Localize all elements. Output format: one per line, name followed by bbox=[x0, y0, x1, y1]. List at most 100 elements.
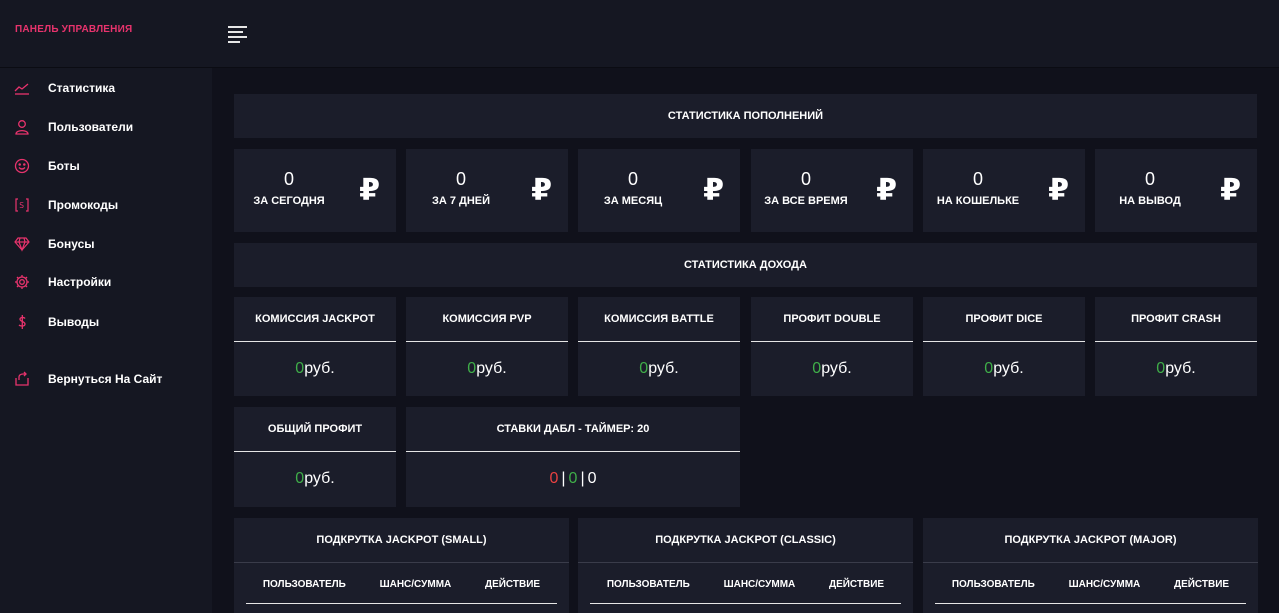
income-card-value: 0 руб. bbox=[467, 360, 507, 377]
gear-icon bbox=[13, 273, 31, 291]
double-bets-green: 0 bbox=[568, 470, 578, 487]
top-bar: ПАНЕЛЬ УПРАВЛЕНИЯ bbox=[0, 0, 1279, 68]
jackpot-table-header: ПОЛЬЗОВАТЕЛЬ ШАНС/СУММА ДЕЙСТВИЕ bbox=[590, 566, 901, 604]
jackpot-panel-title: ПОДКРУТКА JACKPOT (MAJOR) bbox=[923, 518, 1258, 563]
deposits-section-title: СТАТИСТИКА ПОПОЛНЕНИЙ bbox=[234, 94, 1257, 138]
income-card-double-profit: ПРОФИТ DOUBLE 0 руб. bbox=[751, 297, 913, 396]
return-icon bbox=[13, 370, 31, 388]
income-card-value: 0 руб. bbox=[984, 360, 1024, 377]
income-card-title: КОМИССИЯ JACKPOT bbox=[234, 297, 396, 342]
income-card-pvp-commission: КОМИССИЯ PVP 0 руб. bbox=[406, 297, 568, 396]
double-bets-values: 0 | 0 | 0 bbox=[549, 470, 597, 487]
double-bets-red: 0 bbox=[549, 470, 559, 487]
income-card-value: 0 руб. bbox=[639, 360, 679, 377]
income-card-value: 0 руб. bbox=[295, 360, 335, 377]
income-card-crash-profit: ПРОФИТ CRASH 0 руб. bbox=[1095, 297, 1257, 396]
sidebar-item-label: Выводы bbox=[48, 315, 100, 329]
sidebar-item-withdrawals[interactable]: Выводы bbox=[0, 307, 212, 337]
column-header-chance-amount: ШАНС/СУММА bbox=[1068, 579, 1141, 590]
jackpot-table-header: ПОЛЬЗОВАТЕЛЬ ШАНС/СУММА ДЕЙСТВИЕ bbox=[935, 566, 1246, 604]
column-header-action: ДЕЙСТВИЕ bbox=[828, 579, 885, 590]
column-header-user: ПОЛЬЗОВАТЕЛЬ bbox=[262, 579, 346, 590]
jackpot-small-panel: ПОДКРУТКА JACKPOT (SMALL) ПОЛЬЗОВАТЕЛЬ Ш… bbox=[234, 518, 569, 613]
stat-label: НА ВЫВОД bbox=[1119, 195, 1181, 207]
column-header-chance-amount: ШАНС/СУММА bbox=[723, 579, 796, 590]
stat-label: ЗА МЕСЯЦ bbox=[603, 195, 663, 207]
income-card-title: КОМИССИЯ BATTLE bbox=[578, 297, 740, 342]
income-card-title: ОБЩИЙ ПРОФИТ bbox=[234, 407, 396, 452]
stat-label: ЗА ВСЕ ВРЕМЯ bbox=[764, 195, 848, 207]
income-card-battle-commission: КОМИССИЯ BATTLE 0 руб. bbox=[578, 297, 740, 396]
ruble-icon: ₽ bbox=[531, 173, 552, 208]
brand-title[interactable]: ПАНЕЛЬ УПРАВЛЕНИЯ bbox=[15, 24, 132, 35]
sidebar-item-label: Пользователи bbox=[48, 120, 134, 134]
sidebar: Статистика Пользователи Боты S Промокоды… bbox=[0, 68, 212, 613]
column-header-user: ПОЛЬЗОВАТЕЛЬ bbox=[606, 579, 690, 590]
sidebar-item-back-to-site[interactable]: Вернуться На Сайт bbox=[0, 364, 212, 394]
jackpot-classic-panel: ПОДКРУТКА JACKPOT (CLASSIC) ПОЛЬЗОВАТЕЛЬ… bbox=[578, 518, 913, 613]
stat-label: ЗА 7 ДНЕЙ bbox=[431, 195, 491, 207]
income-card-dice-profit: ПРОФИТ DICE 0 руб. bbox=[923, 297, 1085, 396]
stat-card-wallet: 0 НА КОШЕЛЬКЕ ₽ bbox=[923, 149, 1085, 232]
sidebar-item-statistics[interactable]: Статистика bbox=[0, 73, 212, 103]
column-header-action: ДЕЙСТВИЕ bbox=[1173, 579, 1230, 590]
sidebar-item-settings[interactable]: Настройки bbox=[0, 267, 212, 297]
income-card-total-profit: ОБЩИЙ ПРОФИТ 0 руб. bbox=[234, 407, 396, 507]
income-card-value: 0 руб. bbox=[812, 360, 852, 377]
jackpot-table-header: ПОЛЬЗОВАТЕЛЬ ШАНС/СУММА ДЕЙСТВИЕ bbox=[246, 566, 557, 604]
jackpot-panel-title: ПОДКРУТКА JACKPOT (SMALL) bbox=[234, 518, 569, 563]
sidebar-item-bots[interactable]: Боты bbox=[0, 151, 212, 181]
stat-label: ЗА СЕГОДНЯ bbox=[253, 195, 325, 207]
sidebar-item-label: Промокоды bbox=[48, 198, 119, 212]
smile-icon bbox=[13, 157, 31, 175]
ruble-icon: ₽ bbox=[703, 173, 724, 208]
column-header-chance-amount: ШАНС/СУММА bbox=[379, 579, 452, 590]
sidebar-item-label: Боты bbox=[48, 159, 80, 173]
column-header-action: ДЕЙСТВИЕ bbox=[484, 579, 541, 590]
double-bets-title: СТАВКИ ДАБЛ - ТАЙМЕР: 20 bbox=[406, 407, 740, 452]
income-card-title: ПРОФИТ CRASH bbox=[1095, 297, 1257, 342]
column-header-user: ПОЛЬЗОВАТЕЛЬ bbox=[951, 579, 1035, 590]
ruble-icon: ₽ bbox=[1048, 173, 1069, 208]
stat-value: 0 bbox=[455, 169, 466, 189]
sidebar-item-bonuses[interactable]: Бонусы bbox=[0, 229, 212, 259]
income-section-title: СТАТИСТИКА ДОХОДА bbox=[234, 243, 1257, 287]
diamond-icon bbox=[13, 235, 31, 253]
stat-value: 0 bbox=[283, 169, 294, 189]
stat-value: 0 bbox=[627, 169, 638, 189]
double-bets-card: СТАВКИ ДАБЛ - ТАЙМЕР: 20 0 | 0 | 0 bbox=[406, 407, 740, 507]
ruble-icon: ₽ bbox=[1220, 173, 1241, 208]
user-icon bbox=[13, 118, 31, 136]
stat-value: 0 bbox=[1144, 169, 1155, 189]
income-card-title: ПРОФИТ DICE bbox=[923, 297, 1085, 342]
sidebar-item-label: Бонусы bbox=[48, 237, 95, 251]
menu-lines-icon[interactable] bbox=[228, 26, 247, 43]
income-card-title: КОМИССИЯ PVP bbox=[406, 297, 568, 342]
ruble-icon: ₽ bbox=[359, 173, 380, 208]
chart-line-icon bbox=[13, 79, 31, 97]
stat-card-all-time: 0 ЗА ВСЕ ВРЕМЯ ₽ bbox=[751, 149, 913, 232]
stat-value: 0 bbox=[800, 169, 811, 189]
sidebar-item-promocodes[interactable]: S Промокоды bbox=[0, 190, 212, 220]
income-card-title: ПРОФИТ DOUBLE bbox=[751, 297, 913, 342]
income-card-value: 0 руб. bbox=[295, 470, 335, 487]
stat-card-7-days: 0 ЗА 7 ДНЕЙ ₽ bbox=[406, 149, 568, 232]
stat-card-month: 0 ЗА МЕСЯЦ ₽ bbox=[578, 149, 740, 232]
stat-card-today: 0 ЗА СЕГОДНЯ ₽ bbox=[234, 149, 396, 232]
sidebar-item-label: Статистика bbox=[48, 81, 116, 95]
jackpot-panel-title: ПОДКРУТКА JACKPOT (CLASSIC) bbox=[578, 518, 913, 563]
stat-value: 0 bbox=[972, 169, 983, 189]
sidebar-item-users[interactable]: Пользователи bbox=[0, 112, 212, 142]
income-card-jackpot-commission: КОМИССИЯ JACKPOT 0 руб. bbox=[234, 297, 396, 396]
dollar-icon bbox=[13, 313, 31, 331]
jackpot-major-panel: ПОДКРУТКА JACKPOT (MAJOR) ПОЛЬЗОВАТЕЛЬ Ш… bbox=[923, 518, 1258, 613]
income-card-value: 0 руб. bbox=[1156, 360, 1196, 377]
sidebar-item-label: Вернуться На Сайт bbox=[48, 372, 163, 386]
stat-label: НА КОШЕЛЬКЕ bbox=[936, 195, 1020, 207]
sidebar-item-label: Настройки bbox=[48, 275, 112, 289]
ruble-icon: ₽ bbox=[876, 173, 897, 208]
promo-code-icon: S bbox=[13, 196, 31, 214]
svg-text:S: S bbox=[19, 201, 24, 210]
stat-card-withdrawal: 0 НА ВЫВОД ₽ bbox=[1095, 149, 1257, 232]
double-bets-black: 0 bbox=[587, 470, 597, 487]
